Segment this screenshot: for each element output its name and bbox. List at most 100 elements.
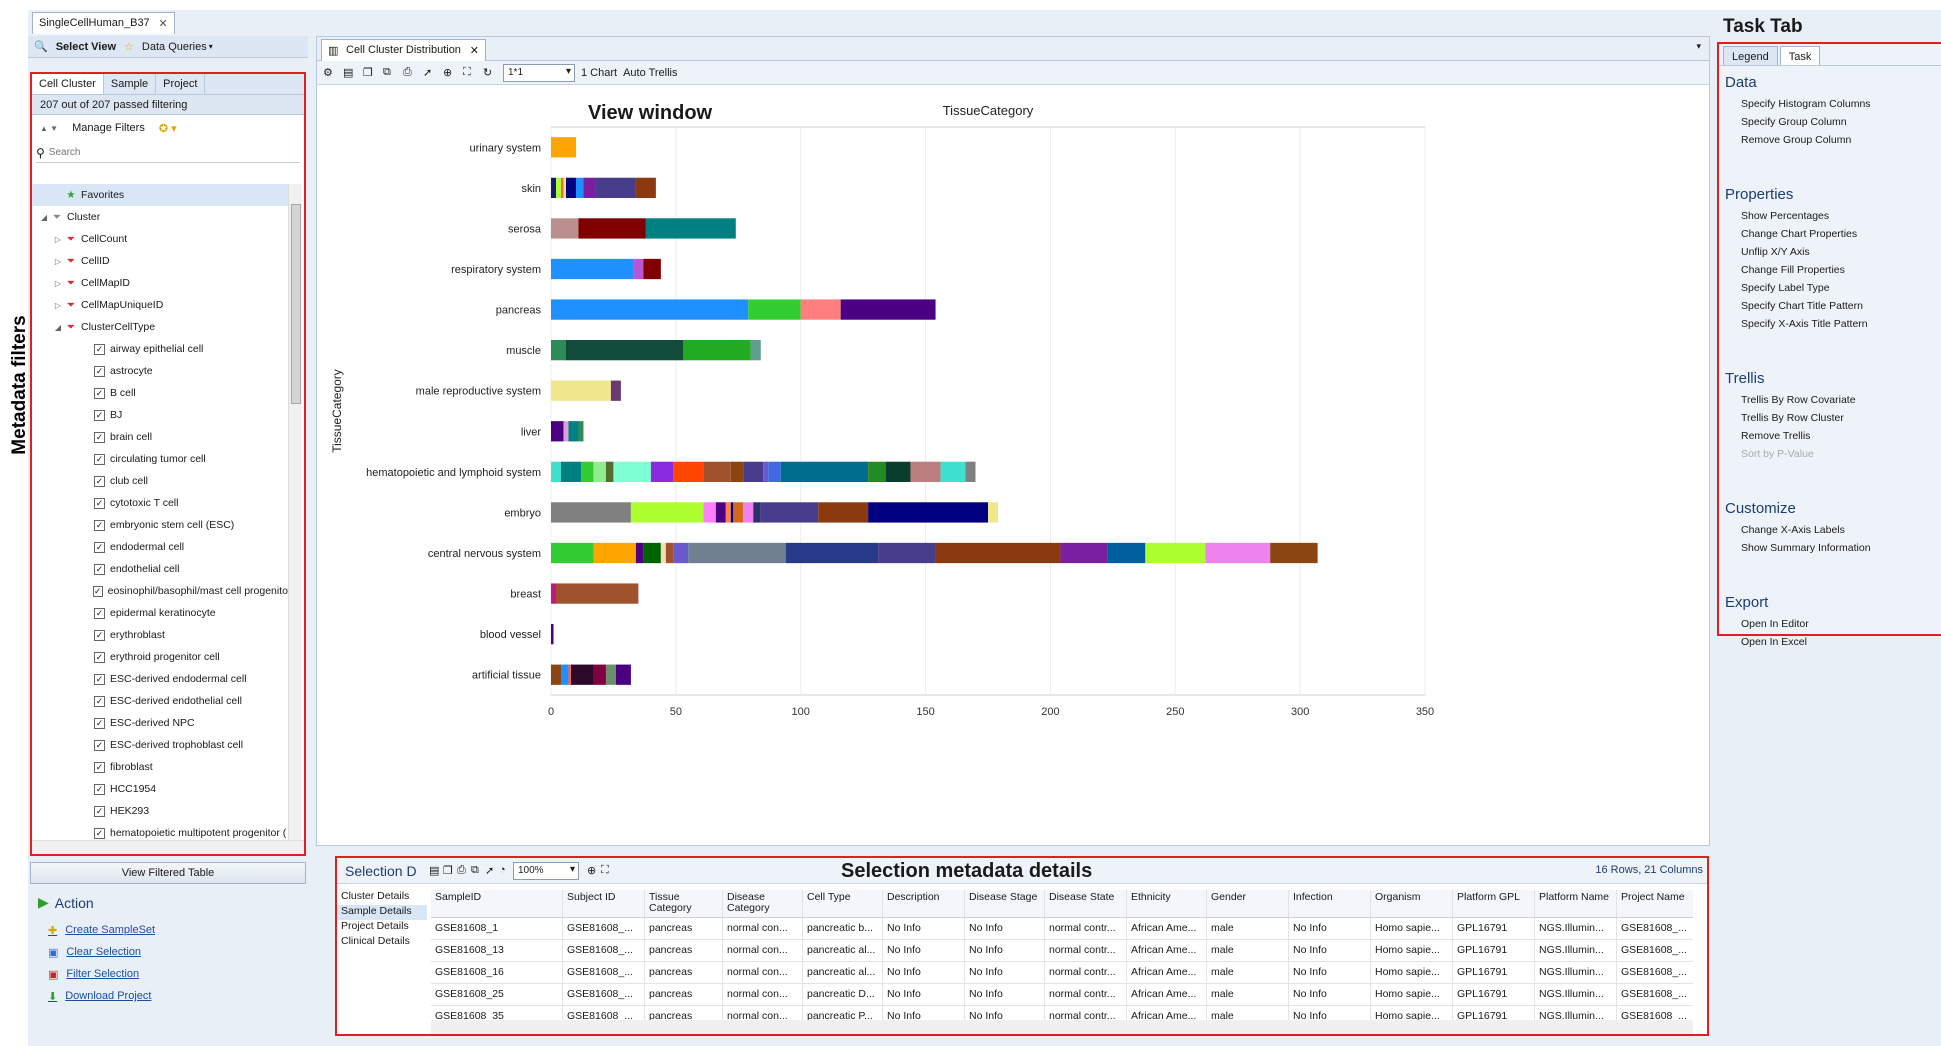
data-queries-button[interactable]: Data Queries: [142, 41, 207, 53]
bar-segment[interactable]: [760, 502, 819, 523]
bar-segment[interactable]: [551, 380, 611, 401]
tree-item[interactable]: ✓ brain cell: [32, 426, 288, 448]
checkbox[interactable]: ✓: [94, 673, 105, 685]
bar-segment[interactable]: [551, 177, 556, 198]
task-item[interactable]: Show Summary Information: [1725, 542, 1941, 560]
expand-icon[interactable]: ▷: [52, 279, 64, 288]
bar-segment[interactable]: [583, 177, 596, 198]
fit-icon[interactable]: ⛶: [463, 66, 477, 80]
bar-segment[interactable]: [730, 502, 734, 523]
task-section-title[interactable]: Export◢: [1725, 594, 1941, 618]
bar-segment[interactable]: [673, 542, 689, 564]
bar-segment[interactable]: [715, 502, 726, 523]
bar-segment[interactable]: [768, 461, 781, 482]
bar-segment[interactable]: [840, 299, 936, 320]
tab-cell-cluster[interactable]: Cell Cluster: [32, 74, 104, 94]
filter-selection-link[interactable]: ▣ Filter Selection: [48, 964, 139, 984]
bar-segment[interactable]: [633, 258, 644, 280]
bar-segment[interactable]: [551, 461, 561, 482]
bar-segment[interactable]: [743, 461, 764, 482]
tree-item[interactable]: ◢ ⏷ Cluster: [32, 206, 288, 228]
checkbox[interactable]: ✓: [94, 343, 105, 355]
column-header[interactable]: Infection: [1289, 890, 1371, 917]
tree-item[interactable]: ✓ embryonic stem cell (ESC): [32, 514, 288, 536]
column-header[interactable]: SampleID: [431, 890, 563, 917]
task-item[interactable]: Trellis By Row Cluster: [1725, 412, 1941, 430]
bar-segment[interactable]: [593, 542, 636, 564]
bar-segment[interactable]: [660, 542, 666, 564]
tree-item[interactable]: ★ Favorites: [32, 184, 288, 206]
bar-segment[interactable]: [575, 177, 584, 198]
bar-segment[interactable]: [1205, 542, 1271, 564]
bar-segment[interactable]: [885, 461, 911, 482]
checkbox[interactable]: ✓: [94, 651, 105, 663]
tree-item[interactable]: ✓ ESC-derived endothelial cell: [32, 690, 288, 712]
task-item[interactable]: Change Fill Properties: [1725, 264, 1941, 282]
bar-segment[interactable]: [560, 461, 581, 482]
table-row[interactable]: GSE81608_25 GSE81608_... pancreas normal co…: [431, 984, 1693, 1006]
list-item-cluster-details[interactable]: Cluster Details: [337, 890, 427, 905]
column-header[interactable]: Platform Name: [1535, 890, 1617, 917]
checkbox[interactable]: ✓: [94, 717, 105, 729]
bar-segment[interactable]: [551, 624, 554, 645]
checkbox[interactable]: ✓: [94, 805, 105, 817]
tree-item[interactable]: ▷ ⏷ CellMapID: [32, 272, 288, 294]
bar-segment[interactable]: [935, 542, 1061, 564]
tab-sample[interactable]: Sample: [104, 74, 157, 94]
manage-filters-button[interactable]: Manage Filters: [72, 122, 145, 134]
checkbox[interactable]: ✓: [94, 475, 105, 487]
bar-segment[interactable]: [565, 177, 576, 198]
bar-segment[interactable]: [785, 542, 879, 564]
bar-segment[interactable]: [1107, 542, 1146, 564]
tree-item[interactable]: ✓ eosinophil/basophil/mast cell progenito: [32, 580, 288, 602]
column-header[interactable]: Disease Category: [723, 890, 803, 917]
chart-icon[interactable]: ◔: [499, 864, 513, 878]
bar-segment[interactable]: [551, 258, 634, 280]
checkbox[interactable]: ✓: [94, 541, 105, 553]
task-item[interactable]: Specify Group Column: [1725, 116, 1941, 134]
export-icon[interactable]: ▤: [429, 864, 443, 878]
column-header[interactable]: Organism: [1371, 890, 1453, 917]
bar-segment[interactable]: [551, 421, 564, 442]
bar-segment[interactable]: [1145, 542, 1206, 564]
bar-segment[interactable]: [635, 177, 656, 198]
bar-segment[interactable]: [610, 380, 621, 401]
column-header[interactable]: Platform GPL: [1453, 890, 1535, 917]
tree-item[interactable]: ✓ ESC-derived endodermal cell: [32, 668, 288, 690]
checkbox[interactable]: ✓: [94, 607, 105, 619]
checkbox[interactable]: ✓: [94, 497, 105, 509]
bar-segment[interactable]: [703, 461, 731, 482]
tree-item[interactable]: ▷ ⏷ CellMapUniqueID: [32, 294, 288, 316]
bar-segment[interactable]: [568, 664, 571, 685]
tree-item[interactable]: ✓ astrocyte: [32, 360, 288, 382]
checkbox[interactable]: ✓: [94, 519, 105, 531]
bar-segment[interactable]: [868, 461, 886, 482]
task-section-title[interactable]: Trellis◢: [1725, 370, 1941, 394]
zoom-icon[interactable]: ⊕: [443, 66, 457, 80]
table-row[interactable]: GSE81608_13 GSE81608_... pancreas normal co…: [431, 940, 1693, 962]
tree-item[interactable]: ▷ ⏷ CellCount: [32, 228, 288, 250]
bar-segment[interactable]: [1060, 542, 1108, 564]
tree-item[interactable]: ✓ club cell: [32, 470, 288, 492]
tree-item[interactable]: ✓ endodermal cell: [32, 536, 288, 558]
bar-segment[interactable]: [595, 177, 636, 198]
bar-segment[interactable]: [643, 258, 661, 280]
zoom-select[interactable]: 100%: [513, 861, 579, 880]
task-item[interactable]: Specify Label Type: [1725, 282, 1941, 300]
task-section-title[interactable]: Properties◢: [1725, 186, 1941, 210]
table-row[interactable]: GSE81608_1 GSE81608_... pancreas normal con…: [431, 918, 1693, 940]
bar-segment[interactable]: [878, 542, 936, 564]
bar-segment[interactable]: [560, 664, 569, 685]
pointer-icon[interactable]: ➚: [423, 66, 437, 80]
bar-segment[interactable]: [703, 502, 716, 523]
checkbox[interactable]: ✓: [94, 365, 105, 377]
checkbox[interactable]: ✓: [94, 387, 105, 399]
bar-segment[interactable]: [683, 340, 751, 361]
bar-segment[interactable]: [605, 461, 614, 482]
expand-icon[interactable]: ▷: [52, 301, 64, 310]
auto-trellis-button[interactable]: Auto Trellis: [623, 67, 677, 79]
bar-segment[interactable]: [551, 664, 561, 685]
bar-segment[interactable]: [565, 340, 684, 361]
column-header[interactable]: Description: [883, 890, 965, 917]
checkbox[interactable]: ✓: [94, 695, 105, 707]
